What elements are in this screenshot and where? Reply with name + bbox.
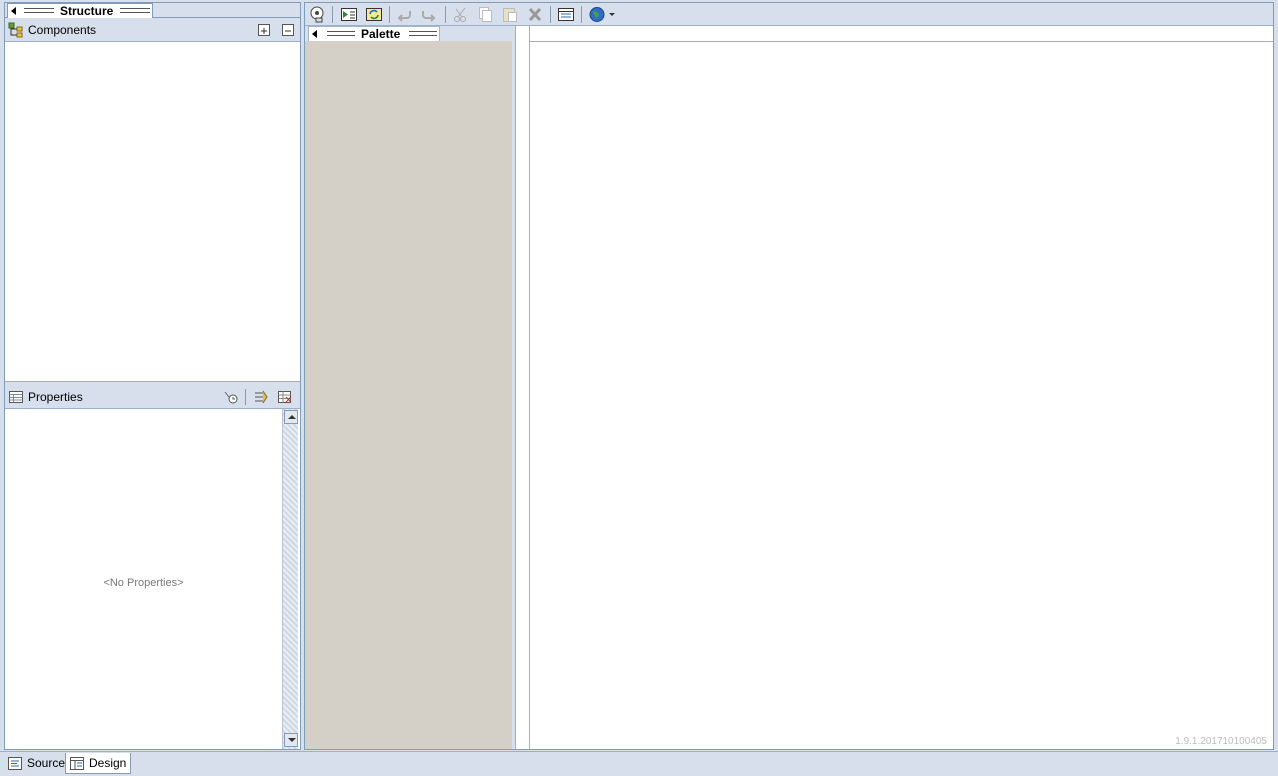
editor-area: Palette 1.9.1.201710100405 [304,2,1274,750]
components-tree-icon [8,22,23,38]
horizontal-ruler [530,26,1273,42]
toolbar-separator [581,6,582,23]
redo-icon[interactable] [418,5,438,24]
paste-icon[interactable] [500,5,520,24]
editor-mode-tabs: Source Design [0,751,1278,776]
cut-icon[interactable] [451,5,471,24]
scroll-up-icon [288,415,296,419]
properties-view-icon[interactable] [556,5,576,24]
toolbar-separator [550,6,551,23]
toolbar-separator [332,6,333,23]
components-label: Components [28,23,97,37]
scroll-down-button[interactable] [284,733,298,747]
run-icon[interactable] [339,5,359,24]
filter-properties-icon[interactable] [253,389,269,405]
grip-left-icon [24,8,54,13]
properties-label: Properties [28,390,83,404]
grip-right-icon [409,31,437,36]
tab-source-label: Source [27,756,66,770]
properties-icon [9,391,23,403]
vertical-ruler [515,26,530,749]
palette-title: Palette [361,27,401,41]
tab-design-label: Design [89,756,127,770]
version-label: 1.9.1.201710100405 [1175,736,1267,747]
grip-left-icon [327,31,355,36]
tab-source[interactable]: Source [4,753,69,774]
editor-toolbar [305,3,1273,26]
source-icon [8,757,22,770]
grip-right-icon [120,8,150,13]
preview-icon[interactable] [308,5,328,24]
left-column: Structure Components Properties <No Prop… [4,2,301,750]
design-canvas[interactable]: 1.9.1.201710100405 [530,42,1273,749]
scroll-up-button[interactable] [284,410,298,424]
collapse-left-icon[interactable] [11,7,16,15]
toolbar-separator [445,6,446,23]
expand-all-icon[interactable] [258,24,270,36]
delete-icon[interactable] [525,5,545,24]
design-icon [70,757,84,770]
globe-icon[interactable] [587,5,607,24]
refresh-icon[interactable] [364,5,384,24]
copy-icon[interactable] [475,5,495,24]
toolbar-separator [389,6,390,23]
structure-tabbar: Structure [5,3,300,18]
structure-title: Structure [60,4,114,18]
palette-tab[interactable]: Palette [308,26,440,41]
advanced-properties-icon[interactable] [223,389,239,405]
components-tree[interactable] [5,42,300,382]
properties-table-icon[interactable] [277,389,293,405]
properties-scrollbar[interactable] [282,409,298,749]
collapse-all-icon[interactable] [282,24,294,36]
palette-tabbar: Palette [305,26,512,41]
structure-tab[interactable]: Structure [7,3,153,18]
collapse-palette-icon[interactable] [312,30,317,38]
palette-panel: Palette [305,26,512,749]
tab-design[interactable]: Design [65,753,132,774]
no-properties-text: <No Properties> [103,577,184,589]
components-header: Components [5,18,300,42]
header-separator [245,389,246,405]
properties-body: <No Properties> [5,409,282,749]
chevron-down-icon[interactable] [607,5,617,24]
properties-header: Properties [5,385,300,409]
scroll-down-icon [288,738,296,742]
undo-icon[interactable] [395,5,415,24]
